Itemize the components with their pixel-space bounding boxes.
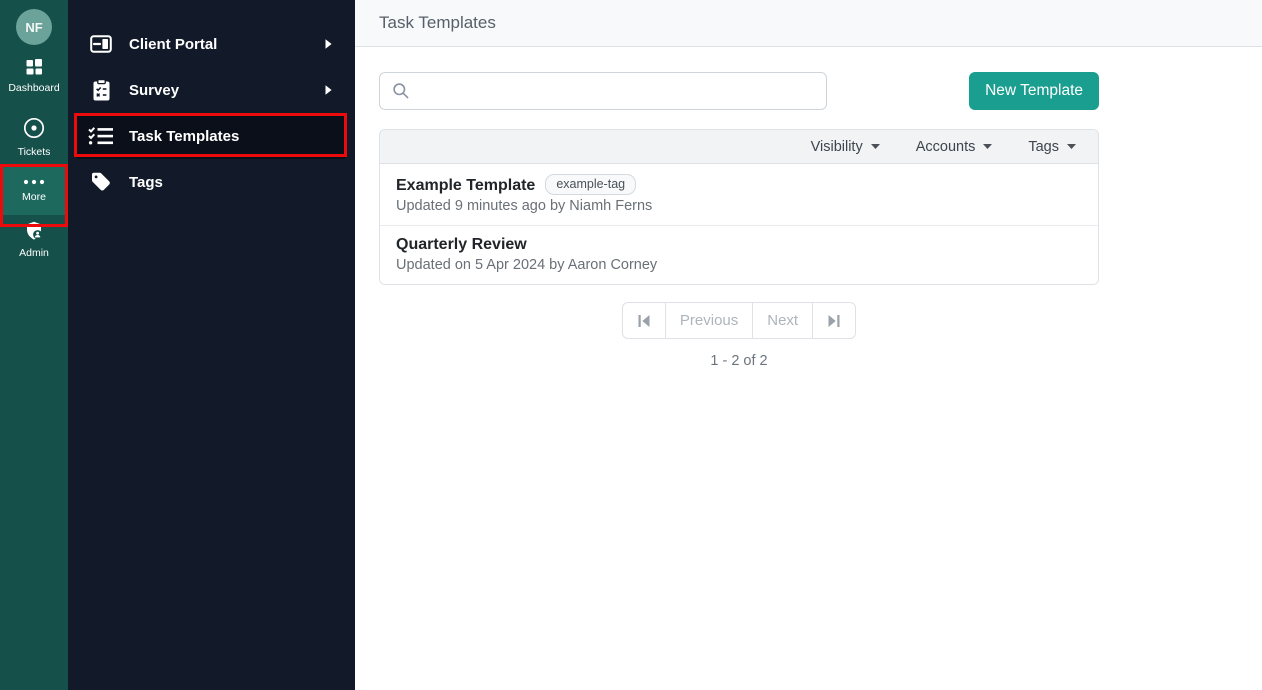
sidebar-item-label: Client Portal: [129, 35, 218, 53]
shield-person-icon: [24, 221, 44, 241]
chevron-right-icon: [325, 85, 332, 95]
tag-badge: example-tag: [545, 174, 637, 195]
first-page-icon: [638, 314, 650, 327]
rail-item-label: Tickets: [17, 146, 51, 158]
table-row[interactable]: Quarterly Review Updated on 5 Apr 2024 b…: [380, 225, 1098, 284]
window-sidebar-icon: [88, 35, 114, 53]
record-circle-icon: [22, 116, 46, 140]
filter-label: Accounts: [915, 138, 976, 155]
app-root: NF Dashboard Tickets More Admin Client P…: [0, 0, 1262, 690]
row-title-line: Example Template example-tag: [396, 174, 1082, 195]
row-title-line: Quarterly Review: [396, 236, 1082, 254]
list-check-icon: [88, 126, 114, 146]
dashboard-grid-icon: [25, 58, 43, 76]
clipboard-check-icon: [88, 79, 114, 101]
sidebar-item-tags[interactable]: Tags: [76, 159, 347, 205]
avatar[interactable]: NF: [16, 9, 52, 45]
table-header: Visibility Accounts Tags: [380, 130, 1098, 164]
rail-item-label: More: [22, 191, 46, 203]
primary-rail: NF Dashboard Tickets More Admin: [0, 0, 68, 690]
sidebar-item-client-portal[interactable]: Client Portal: [76, 21, 347, 67]
next-page-button[interactable]: Next: [753, 302, 814, 339]
chevron-right-icon: [325, 39, 332, 49]
page-summary: 1 - 2 of 2: [710, 353, 768, 369]
first-page-button[interactable]: [621, 302, 666, 339]
templates-table: Visibility Accounts Tags Example Templat…: [379, 129, 1099, 285]
topbar: Task Templates: [355, 0, 1262, 47]
new-template-button[interactable]: New Template: [969, 72, 1099, 110]
toolbar: New Template: [379, 72, 1099, 110]
filter-label: Visibility: [810, 138, 863, 155]
last-page-icon: [828, 314, 840, 327]
pagination-group: Previous Next: [621, 302, 857, 339]
rail-item-label: Dashboard: [8, 82, 60, 94]
sidebar-item-label: Tags: [129, 173, 163, 191]
search-box: [379, 72, 827, 110]
tag-icon: [88, 171, 114, 193]
search-icon: [392, 82, 410, 100]
filter-accounts[interactable]: Accounts: [916, 139, 993, 155]
sidebar-item-task-templates[interactable]: Task Templates: [76, 113, 347, 159]
sidebar-item-survey[interactable]: Survey: [76, 67, 347, 113]
sidebar-item-label: Task Templates: [129, 127, 240, 145]
last-page-button[interactable]: [813, 302, 857, 339]
caret-down-icon: [983, 144, 993, 149]
template-title: Example Template: [396, 177, 536, 194]
pagination: Previous Next 1 - 2 of 2: [379, 302, 1099, 369]
rail-item-admin[interactable]: Admin: [0, 221, 68, 259]
template-subtitle: Updated 9 minutes ago by Niamh Ferns: [396, 198, 653, 214]
rail-item-more[interactable]: More: [0, 164, 68, 215]
filter-tags[interactable]: Tags: [1028, 139, 1076, 155]
search-input[interactable]: [419, 82, 814, 100]
content: New Template Visibility Accounts Tags Ex…: [355, 47, 1099, 369]
sidebar-item-label: Survey: [129, 81, 180, 99]
previous-page-button[interactable]: Previous: [665, 302, 754, 339]
main-area: Task Templates New Template Visibility A…: [355, 0, 1262, 690]
rail-item-label: Admin: [19, 247, 49, 259]
caret-down-icon: [870, 144, 880, 149]
rail-item-tickets[interactable]: Tickets: [0, 116, 68, 158]
filter-visibility[interactable]: Visibility: [811, 139, 880, 155]
rail-item-dashboard[interactable]: Dashboard: [0, 58, 68, 94]
secondary-sidebar: Client Portal Survey Task Templates Tags: [68, 0, 355, 690]
template-subtitle: Updated on 5 Apr 2024 by Aaron Corney: [396, 257, 658, 273]
table-row[interactable]: Example Template example-tag Updated 9 mi…: [380, 164, 1098, 225]
caret-down-icon: [1067, 144, 1076, 149]
ellipsis-icon: [23, 179, 45, 185]
template-title: Quarterly Review: [396, 236, 527, 253]
page-title: Task Templates: [379, 13, 496, 32]
filter-label: Tags: [1028, 138, 1059, 155]
